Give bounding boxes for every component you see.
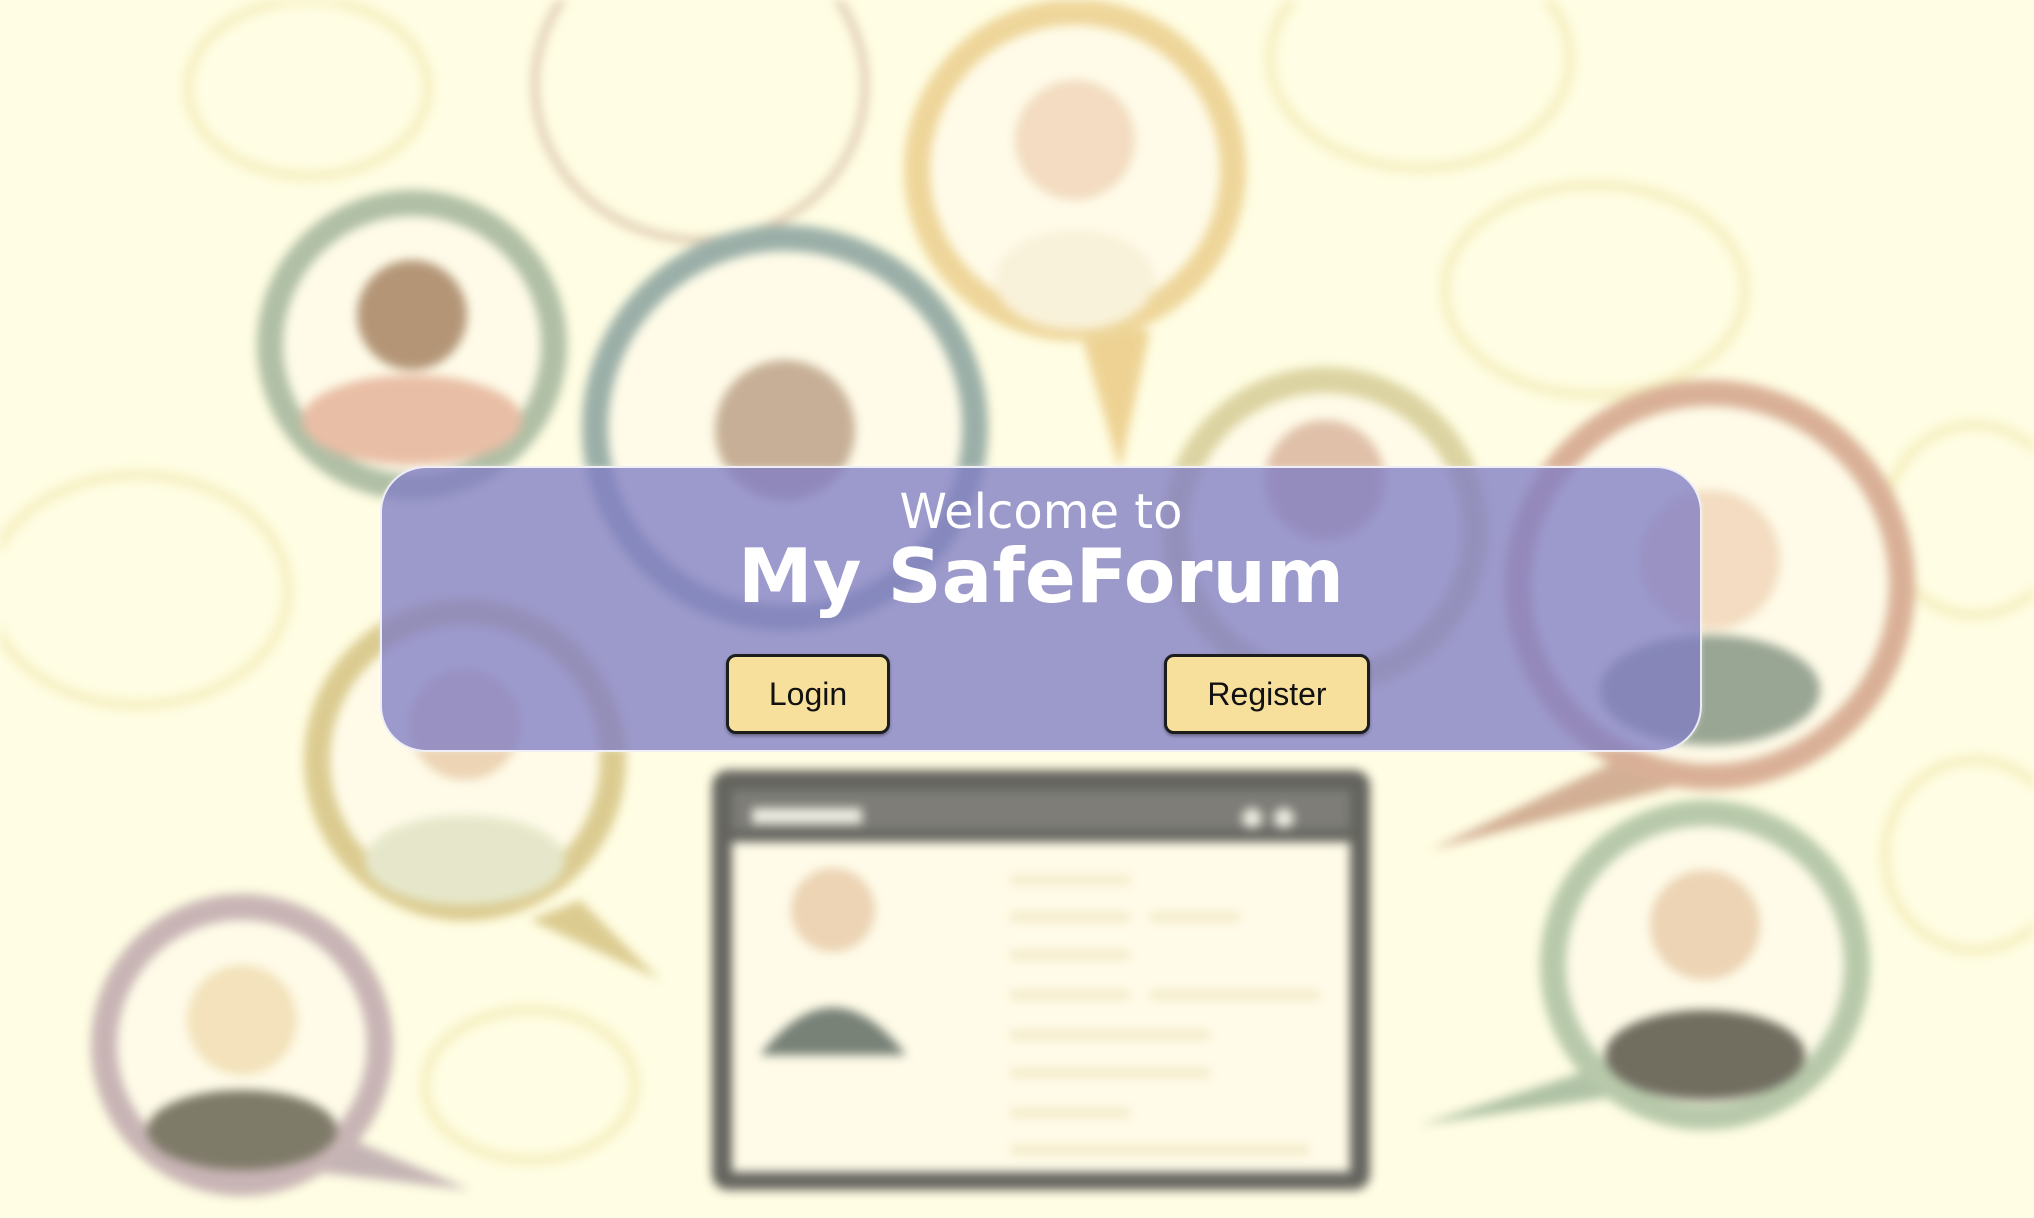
welcome-panel: Welcome to My SafeForum Login Register: [380, 466, 1702, 752]
register-button[interactable]: Register: [1164, 654, 1370, 734]
landing-page: Welcome to My SafeForum Login Register: [0, 0, 2034, 1218]
page-title: My SafeForum: [737, 532, 1344, 620]
login-button[interactable]: Login: [726, 654, 890, 734]
